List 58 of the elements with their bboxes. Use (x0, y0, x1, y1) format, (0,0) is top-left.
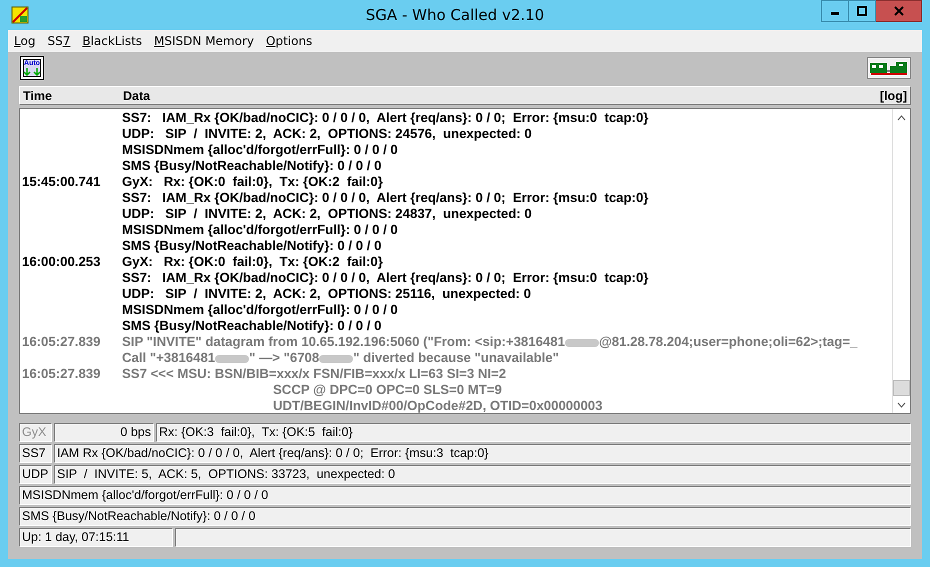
log-time: 15:45:00.741 (21, 174, 102, 190)
redacted-mark (319, 354, 354, 363)
scroll-up-icon (897, 114, 906, 120)
train-button[interactable] (867, 57, 911, 79)
menu-item[interactable]: SS7 (41, 34, 76, 48)
log-label: [log] (880, 88, 908, 102)
redacted-mark (564, 338, 599, 347)
redacted-mark (215, 354, 250, 363)
menu-item[interactable]: BlackLists (76, 34, 148, 48)
log-entry: SS7: IAM_Rx {OK/bad/noCIC}: 0 / 0 / 0, Alert {req/ans}: 0 / 0; Error: {msu:0 tcap:0} (122, 110, 648, 126)
scrollbar[interactable] (892, 109, 910, 413)
log-entry: SS7: IAM_Rx {OK/bad/noCIC}: 0 / 0 / 0, Alert {req/ans}: 0 / 0; Error: {msu:0 tcap:0} (122, 270, 648, 286)
menu-item[interactable]: Options (260, 34, 318, 48)
log-entry: UDP: SIP / INVITE: 2, ACK: 2, OPTIONS: 24576, unexpected: 0 (122, 126, 532, 142)
log-entry: SS7 <<< MSU: BSN/BIB=xxx/x FSN/FIB=xxx/x LI=63 SI=3 NI=2 (122, 366, 506, 382)
window-title: SGA - Who Called v2.10 (364, 6, 546, 24)
status-value: IAM Rx {OK/bad/noCIC}: 0 / 0 / 0, Alert {req/ans}: 0 / 0; Error: {msu:3 tcap:0} (54, 444, 911, 463)
log-entry: Call "+3816481 " —> "6708 " diverted because "unavailable" (122, 350, 559, 366)
app-icon (11, 6, 29, 24)
log-entry: MSISDNmem {alloc'd/forgot/errFull}: 0 / 0 / 0 (122, 222, 398, 238)
scroll-thumb[interactable] (893, 380, 910, 396)
down-arrows-icon (22, 68, 42, 76)
log-time: 16:00:00.253 (21, 254, 102, 270)
status-label: SS7 (19, 444, 52, 463)
status-value: Rx: {OK:3 fail:0}, Tx: {OK:5 fail:0} (156, 423, 911, 442)
log-entry: GyX: Rx: {OK:0 fail:0}, Tx: {OK:2 fail:0} (122, 254, 383, 270)
status-label: GyX (19, 423, 52, 442)
menu-item[interactable]: Log (8, 34, 42, 48)
log-entry: SMS {Busy/NotReachable/Notify}: 0 / 0 / 0 (122, 318, 382, 334)
log-entry: UDP: SIP / INVITE: 2, ACK: 2, OPTIONS: 24837, unexpected: 0 (122, 206, 532, 222)
log-entry: UDT/BEGIN/InvID#00/OpCode#2D, OTID=0x00000003 (273, 398, 602, 413)
maximize-icon (857, 6, 867, 16)
menu-item[interactable]: MSISDN Memory (148, 34, 260, 48)
log-entry: SMS {Busy/NotReachable/Notify}: 0 / 0 / 0 (122, 158, 382, 174)
column-title: Data (123, 88, 152, 102)
scroll-down-icon (897, 402, 906, 408)
close-button[interactable] (876, 0, 922, 22)
train-icon (869, 61, 909, 75)
status-value: 0 bps (54, 423, 154, 442)
log-entry: SCCP @ DPC=0 OPC=0 SLS=0 MT=9 (273, 382, 502, 398)
minimize-button[interactable] (821, 0, 849, 22)
log-time: 16:05:27.839 (21, 334, 102, 350)
uptime-value: Up: 1 day, 07:15:11 (19, 528, 173, 547)
log-entry: SS7: IAM_Rx {OK/bad/noCIC}: 0 / 0 / 0, Alert {req/ans}: 0 / 0; Error: {msu:0 tcap:0} (122, 190, 648, 206)
status-value: MSISDNmem {alloc'd/forgot/errFull}: 0 / 0 / 0 (19, 486, 911, 505)
close-icon (894, 6, 904, 16)
status-value: SIP / INVITE: 5, ACK: 5, OPTIONS: 33723, unexpected: 0 (54, 465, 911, 484)
log-entry: SIP "INVITE" datagram from 10.65.192.196:5060 ("From: <sip:+3816481 @81.28.78.204;user=phone;oli=62>;tag=_ (122, 334, 858, 350)
log-entry: SMS {Busy/NotReachable/Notify}: 0 / 0 / 0 (122, 238, 382, 254)
status-label: UDP (19, 465, 52, 484)
log-entry: MSISDNmem {alloc'd/forgot/errFull}: 0 / 0 / 0 (122, 302, 398, 318)
maximize-button[interactable] (849, 0, 876, 22)
column-title: Time (22, 88, 53, 102)
log-entry: GyX: Rx: {OK:0 fail:0}, Tx: {OK:2 fail:0} (122, 174, 383, 190)
log-entry: MSISDNmem {alloc'd/forgot/errFull}: 0 / 0 / 0 (122, 142, 398, 158)
log-entry: UDP: SIP / INVITE: 2, ACK: 2, OPTIONS: 25116, unexpected: 0 (122, 286, 531, 302)
status-value: SMS {Busy/NotReachable/Notify}: 0 / 0 / 0 (19, 507, 911, 526)
log-time: 16:05:27.839 (21, 366, 102, 382)
